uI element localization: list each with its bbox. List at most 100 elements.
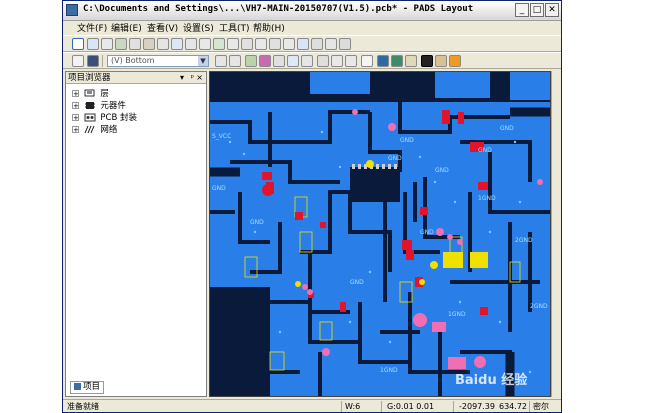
tree-item-label: 元器件 bbox=[100, 101, 126, 111]
components-icon bbox=[84, 102, 95, 109]
tab-project[interactable]: 项目 bbox=[70, 381, 105, 394]
top-pour bbox=[310, 72, 370, 94]
undo-icon[interactable] bbox=[331, 55, 343, 67]
redraw-icon[interactable] bbox=[229, 55, 241, 67]
status-width: W:6 bbox=[345, 402, 361, 411]
flip-tool-icon[interactable] bbox=[171, 38, 183, 50]
board-view-icon[interactable] bbox=[435, 55, 447, 67]
status-divider bbox=[341, 401, 342, 412]
array-tool-icon[interactable] bbox=[297, 38, 309, 50]
toolbar-separator bbox=[102, 55, 103, 67]
minimize-button[interactable]: _ bbox=[515, 3, 529, 17]
board-label: GND bbox=[435, 167, 449, 174]
board-label: GND bbox=[212, 185, 226, 192]
expand-icon[interactable]: + bbox=[72, 90, 79, 98]
board-label: 2GND bbox=[530, 303, 548, 310]
bus-view-icon[interactable] bbox=[301, 55, 313, 67]
panel-menu-icon[interactable]: ▾ bbox=[180, 72, 184, 84]
align-tool-icon[interactable] bbox=[283, 38, 295, 50]
drc-view-icon[interactable] bbox=[449, 55, 461, 67]
redo-icon[interactable] bbox=[345, 55, 357, 67]
via-tool-icon[interactable] bbox=[213, 38, 225, 50]
tree-item-label: 网络 bbox=[100, 125, 118, 135]
pink-pads bbox=[302, 109, 543, 369]
tree-item-layers[interactable]: + 层 bbox=[72, 87, 109, 99]
tree-item-label: 层 bbox=[100, 89, 109, 99]
clear-highlight-icon[interactable] bbox=[391, 55, 403, 67]
project-tab-icon bbox=[74, 383, 81, 390]
tree-item-pcb-footprints[interactable]: + PCB 封装 bbox=[72, 111, 138, 123]
watermark-text: Baidu 经验 bbox=[455, 372, 528, 388]
project-browser-panel: 项目浏览器 ▾ ᵖ × + 层 + 元器件 + PCB 封装 + 网络 项目 bbox=[65, 71, 207, 397]
status-bar: 准备就绪 W:6 G:0.01 0.01 -2097.39 634.72 密尔 bbox=[63, 399, 561, 412]
pin-tool-icon[interactable] bbox=[269, 38, 281, 50]
black-view-icon[interactable] bbox=[421, 55, 433, 67]
bus-tool-icon[interactable] bbox=[241, 38, 253, 50]
toolbar-main bbox=[63, 35, 561, 52]
layer-select-value: (V) Bottom bbox=[111, 56, 155, 65]
drafting-tool-icon[interactable] bbox=[115, 38, 127, 50]
measure-tool-icon[interactable] bbox=[199, 38, 211, 50]
board-label: GND bbox=[400, 137, 414, 144]
eraser-icon[interactable] bbox=[405, 55, 417, 67]
expand-icon[interactable]: + bbox=[72, 126, 79, 134]
rotate-tool-icon[interactable] bbox=[143, 38, 155, 50]
red-via bbox=[262, 184, 274, 196]
via-view-icon[interactable] bbox=[317, 55, 329, 67]
highlight-icon[interactable] bbox=[377, 55, 389, 67]
save-icon[interactable] bbox=[87, 55, 99, 67]
maximize-button[interactable]: □ bbox=[530, 3, 544, 17]
vertical-scrollbar[interactable] bbox=[551, 71, 561, 397]
pcb-layout-drawing: S_VCC GND GND GND GND GND GND 1GND GND G… bbox=[210, 72, 550, 396]
report-tool-icon[interactable] bbox=[339, 38, 351, 50]
board-label: GND bbox=[500, 125, 514, 132]
board-label: 2GND bbox=[515, 237, 533, 244]
menu-help[interactable]: 帮助(H) bbox=[253, 21, 285, 34]
tree-item-nets[interactable]: + 网络 bbox=[72, 123, 118, 135]
menu-setup[interactable]: 设置(S) bbox=[183, 21, 214, 34]
chevron-down-icon[interactable]: ▼ bbox=[198, 56, 208, 66]
tree-item-components[interactable]: + 元器件 bbox=[72, 99, 126, 111]
panel-pin-icon[interactable]: ᵖ bbox=[191, 72, 194, 84]
move-tool-icon[interactable] bbox=[157, 38, 169, 50]
menu-view[interactable]: 查看(V) bbox=[147, 21, 178, 34]
menu-tools[interactable]: 工具(T) bbox=[219, 21, 250, 34]
split-tool-icon[interactable] bbox=[255, 38, 267, 50]
grid-tool-icon[interactable] bbox=[87, 38, 99, 50]
component-tool-icon[interactable] bbox=[129, 38, 141, 50]
properties-tool-icon[interactable] bbox=[311, 38, 323, 50]
menu-file[interactable]: 文件(F) bbox=[77, 21, 107, 34]
display-colors-icon[interactable] bbox=[245, 55, 257, 67]
status-y-coordinate: 634.72 bbox=[499, 402, 527, 411]
tab-project-label: 项目 bbox=[83, 382, 101, 392]
ic-body bbox=[350, 167, 400, 202]
board-label: GND bbox=[420, 229, 434, 236]
dimension-tool-icon[interactable] bbox=[185, 38, 197, 50]
top-corner-pour bbox=[510, 72, 550, 100]
pcb-canvas[interactable]: S_VCC GND GND GND GND GND GND 1GND GND G… bbox=[209, 71, 551, 397]
select-tool-icon[interactable] bbox=[72, 38, 84, 50]
component-view-icon[interactable] bbox=[273, 55, 285, 67]
route-view-icon[interactable] bbox=[287, 55, 299, 67]
expand-icon[interactable]: + bbox=[72, 114, 79, 122]
zoom-icon[interactable] bbox=[361, 55, 373, 67]
board-label: 1GND bbox=[380, 367, 398, 374]
color-grid-icon[interactable] bbox=[259, 55, 271, 67]
undo-layer-icon[interactable] bbox=[215, 55, 227, 67]
tree-item-label: PCB 封装 bbox=[100, 113, 138, 123]
plane-tool-icon[interactable] bbox=[325, 38, 337, 50]
status-divider bbox=[453, 401, 454, 412]
board-label: GND bbox=[388, 155, 402, 162]
expand-icon[interactable]: + bbox=[72, 102, 79, 110]
layer-select[interactable]: (V) Bottom ▼ bbox=[107, 55, 209, 67]
trace-tool-icon[interactable] bbox=[227, 38, 239, 50]
panel-close-icon[interactable]: × bbox=[196, 72, 203, 84]
new-file-icon[interactable] bbox=[72, 55, 84, 67]
bottom-left-void bbox=[210, 287, 270, 396]
route-tool-icon[interactable] bbox=[101, 38, 113, 50]
status-x-coordinate: -2097.39 bbox=[459, 402, 495, 411]
close-button[interactable]: ✕ bbox=[545, 3, 559, 17]
app-icon bbox=[66, 4, 78, 16]
status-unit: 密尔 bbox=[533, 402, 549, 411]
menu-edit[interactable]: 编辑(E) bbox=[111, 21, 142, 34]
